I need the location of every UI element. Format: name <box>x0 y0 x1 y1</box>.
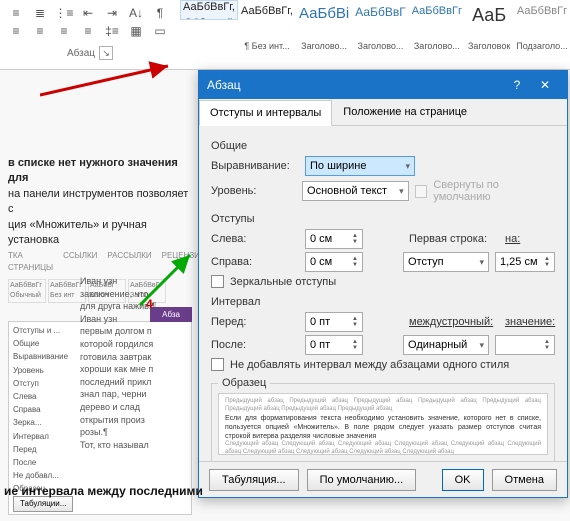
paragraph-dialog: Абзац ? ✕ Отступы и интервалы Положение … <box>198 70 568 498</box>
paragraph-dialog-launcher[interactable]: ↘ <box>99 46 113 60</box>
special-indent-select[interactable]: Отступ▾ <box>403 252 489 272</box>
show-marks-icon[interactable]: ¶ <box>150 4 170 22</box>
preview-area: Образец Предыдущий абзац Предыдущий абза… <box>211 377 555 461</box>
line-spacing-select[interactable]: Одинарный▾ <box>403 335 489 355</box>
style-normal[interactable]: АаБбВвГг,¶ Обычный <box>180 0 238 20</box>
sort-icon[interactable]: A↓ <box>126 4 146 22</box>
styles-gallery: АаБбВвГг,¶ Обычный АаБбВвГг,¶ Без инт...… <box>180 0 570 69</box>
paragraph-group-label: Абзац <box>67 48 95 59</box>
align-right-icon[interactable]: ≡ <box>54 22 74 40</box>
align-center-icon[interactable]: ≡ <box>30 22 50 40</box>
bullet-list-icon[interactable]: ≡ <box>6 4 26 22</box>
increase-indent-icon[interactable]: ⇥ <box>102 4 122 22</box>
collapse-checkbox[interactable] <box>415 185 428 198</box>
line-spacing-icon[interactable]: ‡≡ <box>102 22 122 40</box>
style-title[interactable]: АаБЗаголовок <box>465 0 513 56</box>
indent-right-input[interactable]: 0 см▲▼ <box>305 252 363 272</box>
space-before-input[interactable]: 0 пт▲▼ <box>305 312 363 332</box>
paragraph-group: ≡ ≣ ⋮≡ ⇤ ⇥ A↓ ¶ ≡ ≡ ≡ ≡ ‡≡ ▦ ▭ Абзац ↘ <box>0 0 180 69</box>
set-default-button[interactable]: По умолчанию... <box>307 469 417 491</box>
style-subtitle[interactable]: АаБбВвГгПодзаголо... <box>513 0 570 56</box>
align-left-icon[interactable]: ≡ <box>6 22 26 40</box>
line-spacing-at-input[interactable]: ▲▼ <box>495 335 555 355</box>
justify-icon[interactable]: ≡ <box>78 22 98 40</box>
footer-text: ие интервала между последними <box>4 484 203 498</box>
help-button[interactable]: ? <box>503 71 531 99</box>
number-list-icon[interactable]: ≣ <box>30 4 50 22</box>
borders-icon[interactable]: ▭ <box>150 22 170 40</box>
dialog-title: Абзац <box>207 78 241 92</box>
tabs-button[interactable]: Табуляция... <box>209 469 299 491</box>
dialog-titlebar: Абзац ? ✕ <box>199 71 567 99</box>
cancel-button[interactable]: Отмена <box>492 469 557 491</box>
multilevel-list-icon[interactable]: ⋮≡ <box>54 4 74 22</box>
alignment-select[interactable]: По ширине▾ <box>305 156 415 176</box>
close-button[interactable]: ✕ <box>531 71 559 99</box>
section-indent: Отступы <box>211 213 555 225</box>
style-no-spacing[interactable]: АаБбВвГг,¶ Без инт... <box>238 0 296 56</box>
indent-left-input[interactable]: 0 см▲▼ <box>305 229 363 249</box>
no-space-same-style-checkbox[interactable] <box>211 358 224 371</box>
tab-indents-spacing[interactable]: Отступы и интервалы <box>199 100 332 126</box>
ribbon: ≡ ≣ ⋮≡ ⇤ ⇥ A↓ ¶ ≡ ≡ ≡ ≡ ‡≡ ▦ ▭ Абзац ↘ А… <box>0 0 570 70</box>
tab-line-breaks[interactable]: Положение на странице <box>332 99 478 125</box>
dialog-tabs: Отступы и интервалы Положение на страниц… <box>199 99 567 126</box>
annotation-4: 4 <box>146 297 153 311</box>
decrease-indent-icon[interactable]: ⇤ <box>78 4 98 22</box>
style-heading3[interactable]: АаБбВвГгЗаголово... <box>409 0 465 56</box>
style-heading2[interactable]: АаБбВвГЗаголово... <box>352 0 408 56</box>
mirror-indents-checkbox[interactable] <box>211 275 224 288</box>
shading-icon[interactable]: ▦ <box>126 22 146 40</box>
indent-by-input[interactable]: 1,25 см▲▼ <box>495 252 555 272</box>
dialog-footer: Табуляция... По умолчанию... OK Отмена <box>199 461 567 497</box>
section-spacing: Интервал <box>211 296 555 308</box>
space-after-input[interactable]: 0 пт▲▼ <box>305 335 363 355</box>
ok-button[interactable]: OK <box>442 469 484 491</box>
outline-level-select[interactable]: Основной текст▾ <box>302 181 409 201</box>
style-heading1[interactable]: АаБбВіЗаголово... <box>296 0 352 56</box>
section-general: Общие <box>211 140 555 152</box>
